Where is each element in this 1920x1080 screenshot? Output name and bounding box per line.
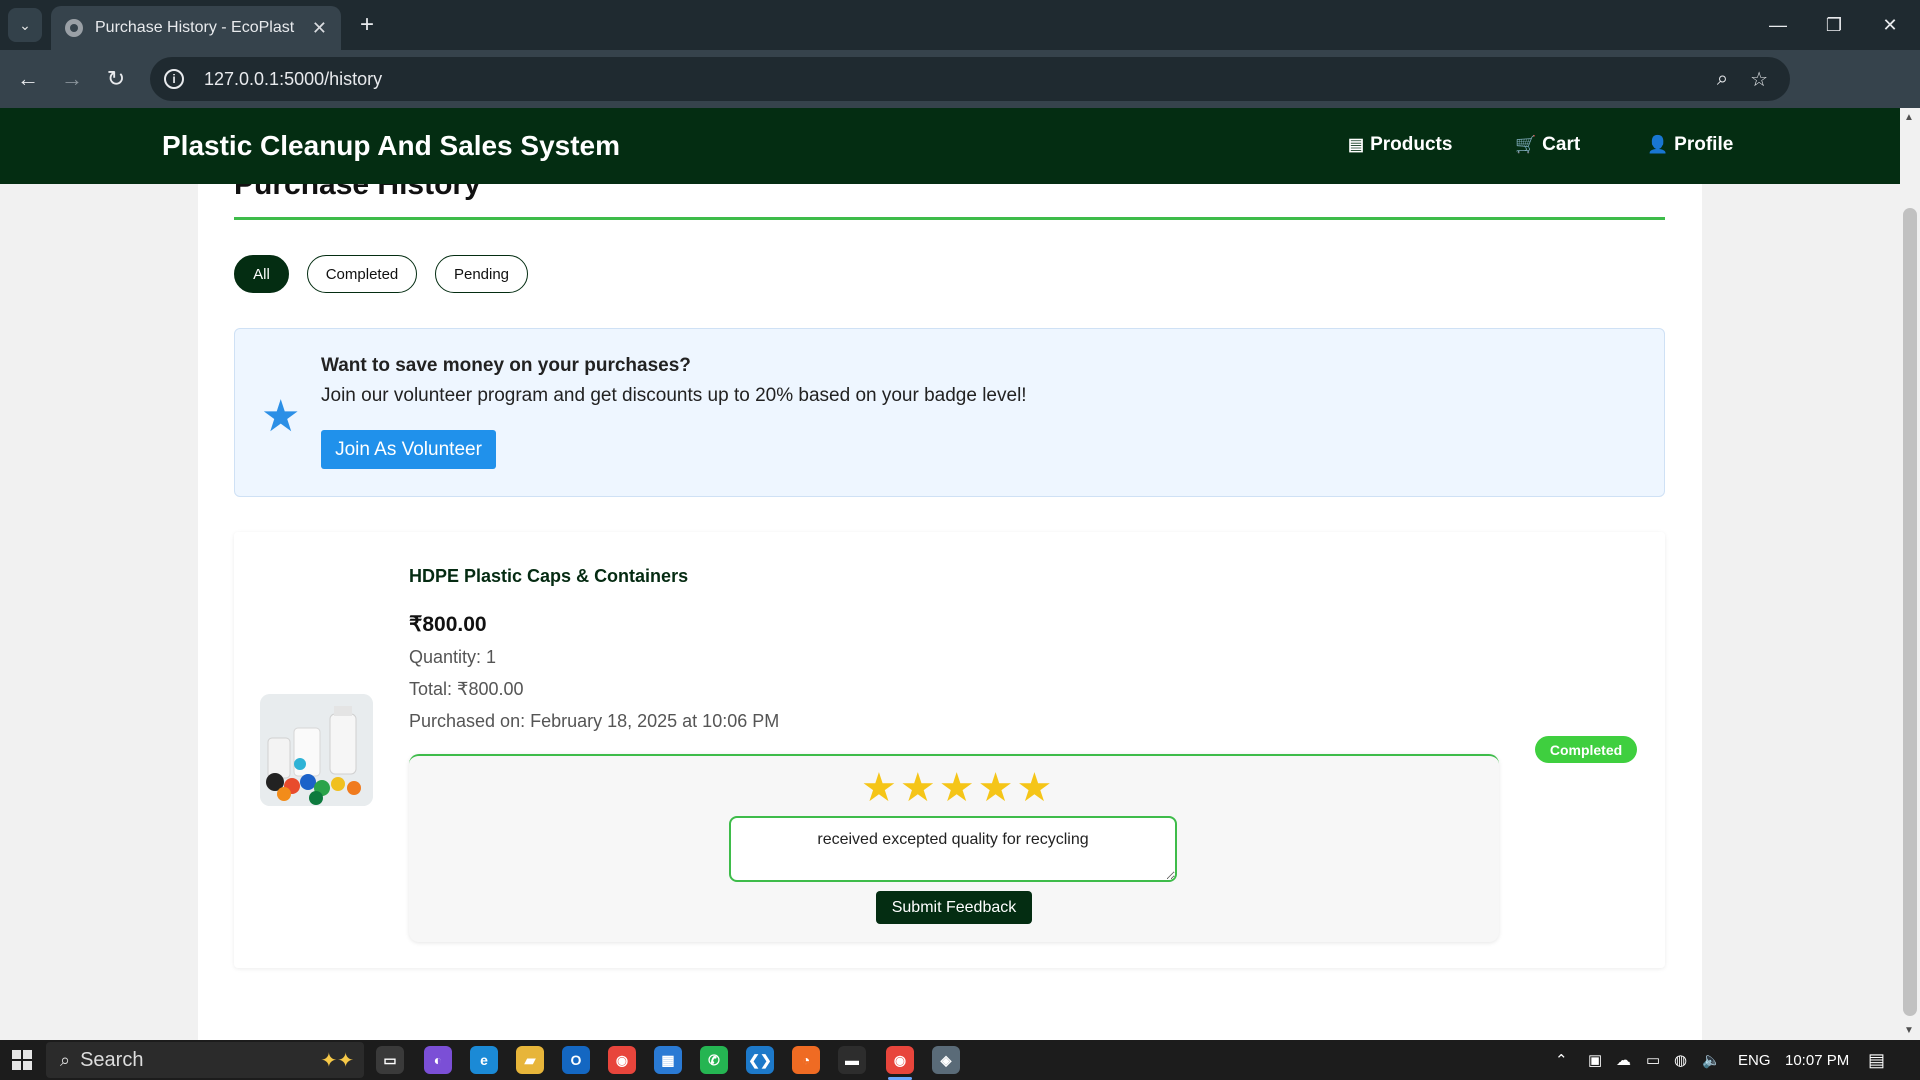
reload-button[interactable]: ↻ bbox=[100, 63, 132, 95]
product-image bbox=[260, 694, 373, 806]
heading-divider bbox=[234, 217, 1665, 220]
feedback-textarea[interactable] bbox=[729, 816, 1177, 882]
page-scrollbar[interactable]: ▲ ▼ bbox=[1900, 108, 1920, 1040]
close-tab-icon[interactable]: ✕ bbox=[312, 18, 327, 39]
rating-stars[interactable]: ★ ★ ★ ★ ★ bbox=[861, 768, 1052, 808]
back-button[interactable]: ← bbox=[12, 63, 44, 95]
feedback-panel: ★ ★ ★ ★ ★ Submit Feedback bbox=[409, 754, 1499, 942]
sparkle-icon: ✦✦ bbox=[320, 1049, 354, 1072]
windows-start-icon[interactable] bbox=[12, 1050, 32, 1070]
promo-title: Want to save money on your purchases? bbox=[321, 355, 691, 376]
clock[interactable]: 10:07 PM bbox=[1785, 1040, 1849, 1080]
network-icon[interactable]: ◍ bbox=[1674, 1040, 1687, 1080]
store-app-icon[interactable]: ▦ bbox=[654, 1046, 682, 1074]
restore-button[interactable]: ❐ bbox=[1806, 0, 1862, 50]
user-icon: 👤 bbox=[1647, 135, 1669, 154]
order-date: Purchased on: February 18, 2025 at 10:06… bbox=[409, 711, 780, 731]
store-icon: ▤ bbox=[1348, 135, 1365, 154]
scroll-up-icon[interactable]: ▲ bbox=[1904, 112, 1914, 123]
onedrive-icon[interactable]: ☁ bbox=[1616, 1040, 1631, 1080]
url-text[interactable]: 127.0.0.1:5000/history bbox=[204, 69, 1717, 90]
outlook-icon[interactable]: O bbox=[562, 1046, 590, 1074]
volunteer-promo-banner: ★ Want to save money on your purchases? … bbox=[234, 328, 1665, 497]
filter-pending-button[interactable]: Pending bbox=[435, 255, 528, 293]
browser-tab-strip: ⌄ Purchase History - EcoPlast ✕ + — ❐ ✕ bbox=[0, 0, 1920, 50]
join-volunteer-button[interactable]: Join As Volunteer bbox=[321, 430, 496, 469]
edge-icon[interactable]: e bbox=[470, 1046, 498, 1074]
zoom-icon[interactable]: ⌕ bbox=[1717, 68, 1728, 91]
cart-icon: 🛒 bbox=[1515, 135, 1537, 154]
chrome-icon[interactable]: ◉ bbox=[608, 1046, 636, 1074]
rating-star-icon[interactable]: ★ bbox=[978, 768, 1014, 808]
volume-icon[interactable]: 🔈 bbox=[1702, 1040, 1721, 1080]
order-item: HDPE Plastic Caps & Containers ₹800.00 Q… bbox=[234, 532, 1665, 968]
firefox-icon[interactable]: ◔ bbox=[792, 1046, 820, 1074]
nav-profile-label: Profile bbox=[1674, 134, 1734, 155]
os-taskbar: ⌕ Search ✦✦ ▭ ◐ e ▰ O ◉ ▦ ✆ ❮❯ ◔ ▬ ◉ ◈ ⌃… bbox=[0, 1040, 1920, 1080]
close-window-button[interactable]: ✕ bbox=[1862, 0, 1918, 50]
rating-star-icon[interactable]: ★ bbox=[1016, 768, 1052, 808]
scroll-down-icon[interactable]: ▼ bbox=[1904, 1025, 1914, 1036]
language-indicator[interactable]: ENG bbox=[1738, 1040, 1771, 1080]
vscode-icon[interactable]: ❮❯ bbox=[746, 1046, 774, 1074]
search-icon: ⌕ bbox=[60, 1049, 71, 1070]
copilot-icon[interactable]: ◐ bbox=[424, 1046, 452, 1074]
taskbar-search[interactable]: ⌕ Search ✦✦ bbox=[46, 1042, 364, 1078]
bookmark-star-icon[interactable]: ☆ bbox=[1750, 67, 1768, 92]
promo-text: Join our volunteer program and get disco… bbox=[321, 385, 1027, 406]
rating-star-icon[interactable]: ★ bbox=[900, 768, 936, 808]
arrow-left-icon: ← bbox=[17, 66, 39, 91]
minimize-button[interactable]: — bbox=[1750, 0, 1806, 50]
product-price: ₹800.00 bbox=[409, 613, 487, 636]
new-tab-button[interactable]: + bbox=[352, 10, 382, 40]
forward-button[interactable]: → bbox=[56, 63, 88, 95]
rating-star-icon[interactable]: ★ bbox=[861, 768, 897, 808]
chrome-active-icon[interactable]: ◉ bbox=[886, 1046, 914, 1074]
order-quantity: Quantity: 1 bbox=[409, 647, 497, 667]
globe-icon bbox=[65, 19, 83, 37]
arrow-right-icon: → bbox=[61, 66, 83, 91]
app-icon[interactable]: ◈ bbox=[932, 1046, 960, 1074]
nav-cart-label: Cart bbox=[1542, 134, 1581, 155]
browser-tab-active[interactable]: Purchase History - EcoPlast ✕ bbox=[51, 6, 341, 50]
site-info-icon[interactable]: i bbox=[164, 69, 184, 89]
whatsapp-icon[interactable]: ✆ bbox=[700, 1046, 728, 1074]
filter-completed-button[interactable]: Completed bbox=[307, 255, 417, 293]
reload-icon: ↻ bbox=[106, 66, 126, 91]
status-badge: Completed bbox=[1535, 736, 1637, 763]
rating-star-icon[interactable]: ★ bbox=[939, 768, 975, 808]
tab-search-button[interactable]: ⌄ bbox=[8, 8, 42, 42]
nav-profile[interactable]: 👤 Profile bbox=[1647, 134, 1733, 156]
tab-title: Purchase History - EcoPlast bbox=[95, 19, 295, 36]
browser-toolbar: ← → ↻ i 127.0.0.1:5000/history ⌕ ☆ K ⋮ bbox=[0, 50, 1920, 143]
address-bar[interactable]: i 127.0.0.1:5000/history ⌕ ☆ bbox=[150, 57, 1790, 101]
product-name[interactable]: HDPE Plastic Caps & Containers bbox=[409, 566, 688, 587]
nav-products[interactable]: ▤ Products bbox=[1348, 134, 1452, 156]
filter-all-button[interactable]: All bbox=[234, 255, 289, 293]
chevron-down-icon: ⌄ bbox=[19, 16, 31, 33]
site-title[interactable]: Plastic Cleanup And Sales System bbox=[162, 130, 620, 162]
notifications-icon[interactable]: ▤ bbox=[1868, 1040, 1885, 1080]
battery-icon[interactable]: ▭ bbox=[1646, 1040, 1660, 1080]
page-viewport: Purchase History Plastic Cleanup And Sal… bbox=[0, 108, 1920, 1040]
terminal-icon[interactable]: ▬ bbox=[838, 1046, 866, 1074]
task-view-icon[interactable]: ▭ bbox=[376, 1046, 404, 1074]
meet-now-icon[interactable]: ▣ bbox=[1588, 1040, 1602, 1080]
site-header: Plastic Cleanup And Sales System ▤ Produ… bbox=[0, 108, 1900, 184]
submit-feedback-button[interactable]: Submit Feedback bbox=[876, 891, 1032, 924]
taskbar-search-label: Search bbox=[80, 1048, 144, 1071]
file-explorer-icon[interactable]: ▰ bbox=[516, 1046, 544, 1074]
order-total: Total: ₹800.00 bbox=[409, 679, 524, 699]
star-icon: ★ bbox=[261, 392, 301, 441]
nav-products-label: Products bbox=[1370, 134, 1453, 155]
scrollbar-thumb[interactable] bbox=[1903, 208, 1917, 1016]
nav-cart[interactable]: 🛒 Cart bbox=[1515, 134, 1580, 156]
tray-overflow-icon[interactable]: ⌃ bbox=[1555, 1040, 1568, 1080]
